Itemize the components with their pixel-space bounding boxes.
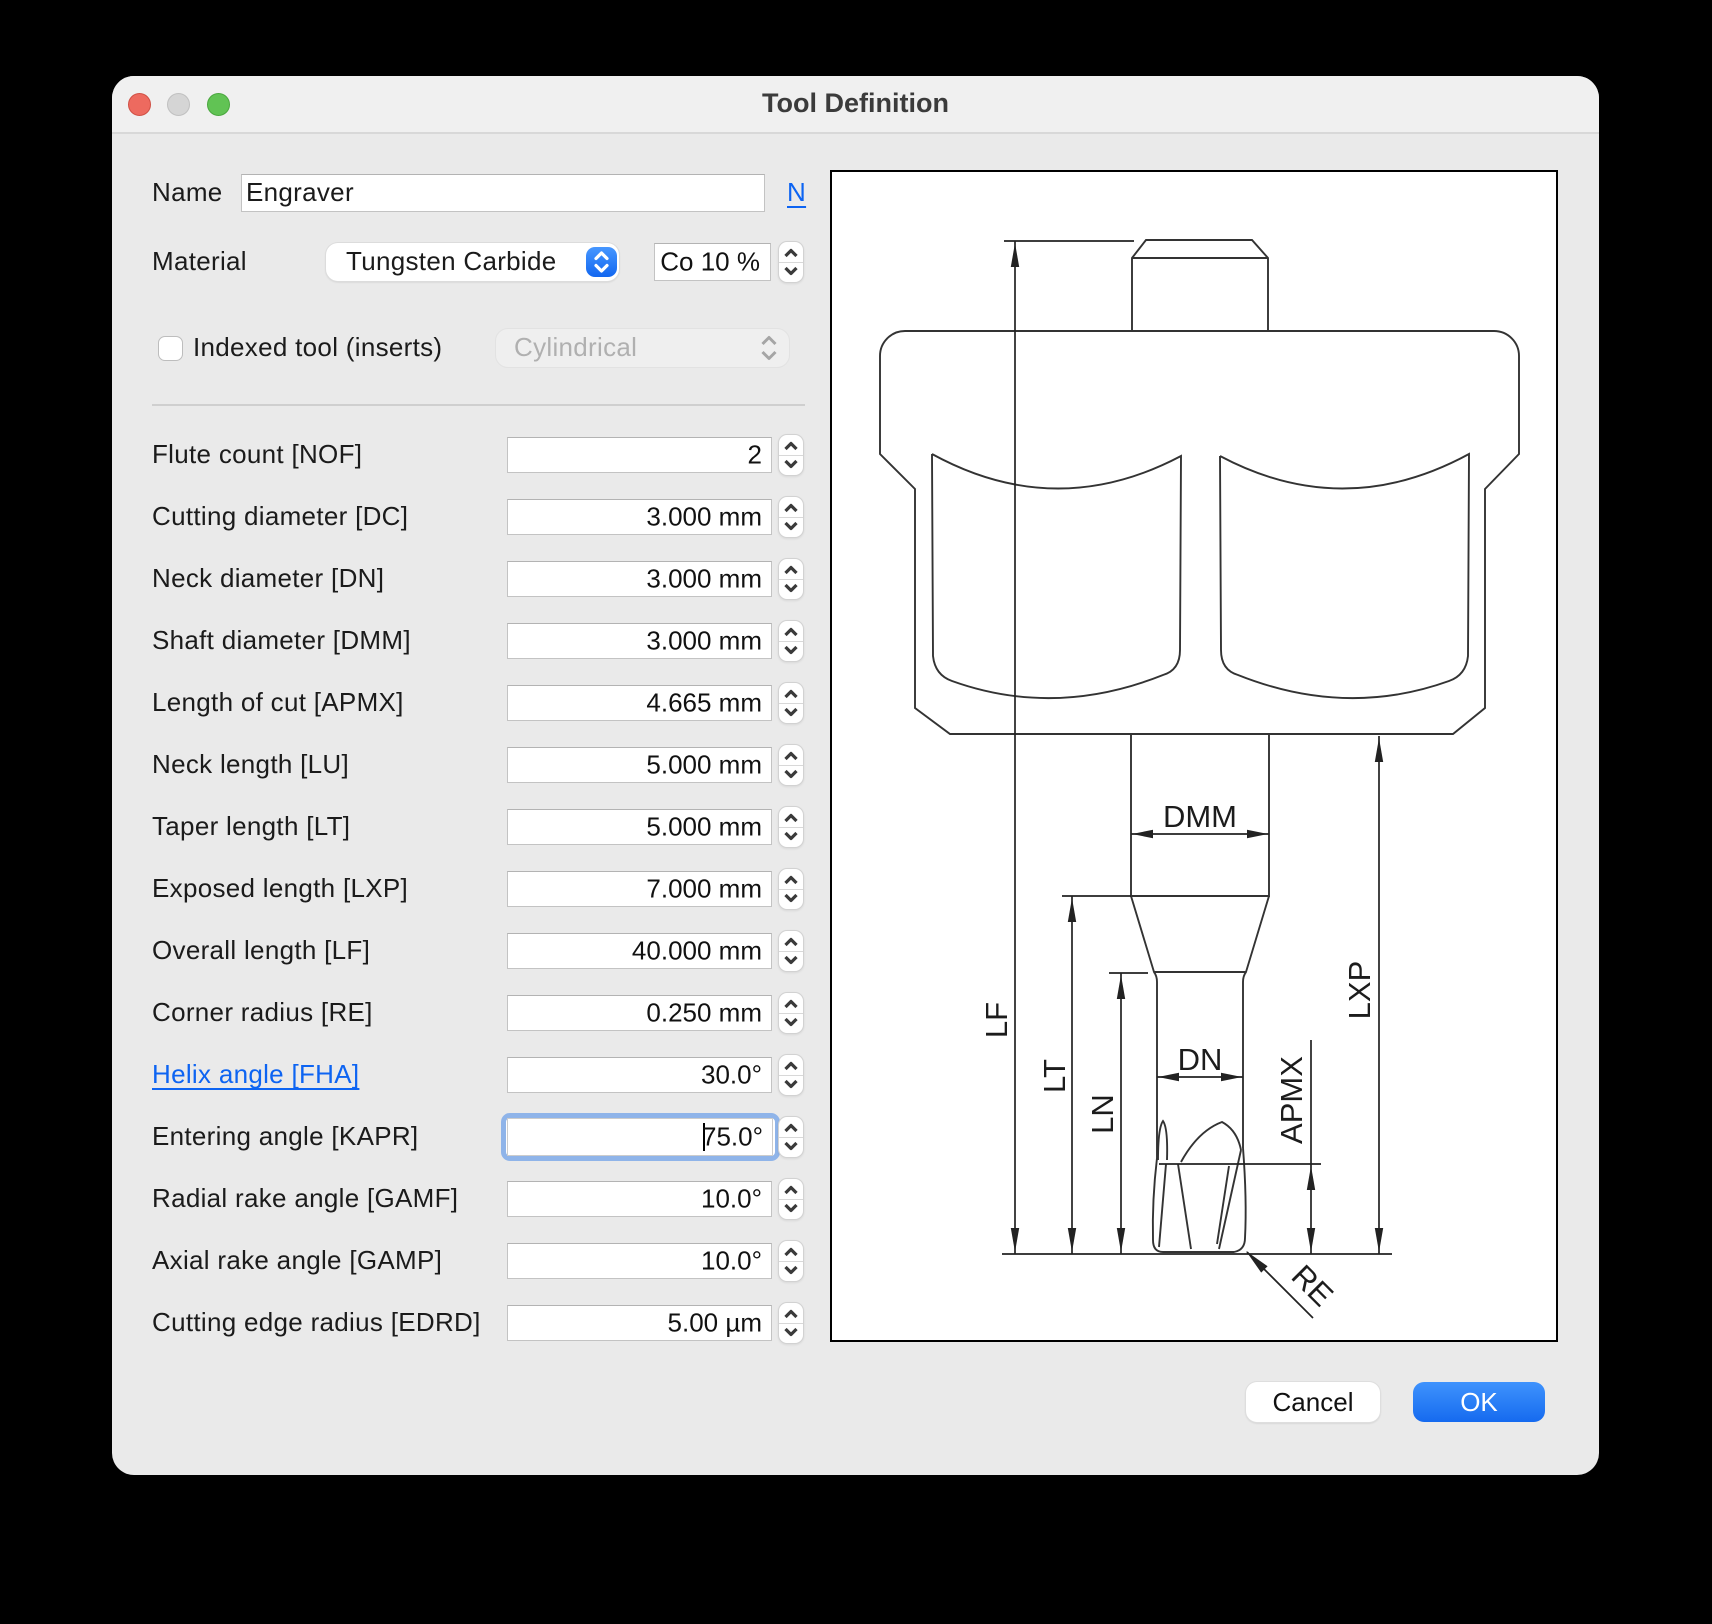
svg-text:LF: LF — [979, 1002, 1014, 1038]
svg-text:LN: LN — [1085, 1094, 1120, 1134]
svg-text:RE: RE — [1285, 1258, 1340, 1313]
svg-text:DN: DN — [1178, 1042, 1223, 1077]
svg-text:LT: LT — [1037, 1059, 1072, 1093]
svg-text:LXP: LXP — [1342, 961, 1377, 1020]
svg-text:DMM: DMM — [1163, 799, 1237, 834]
svg-text:APMX: APMX — [1274, 1056, 1309, 1144]
